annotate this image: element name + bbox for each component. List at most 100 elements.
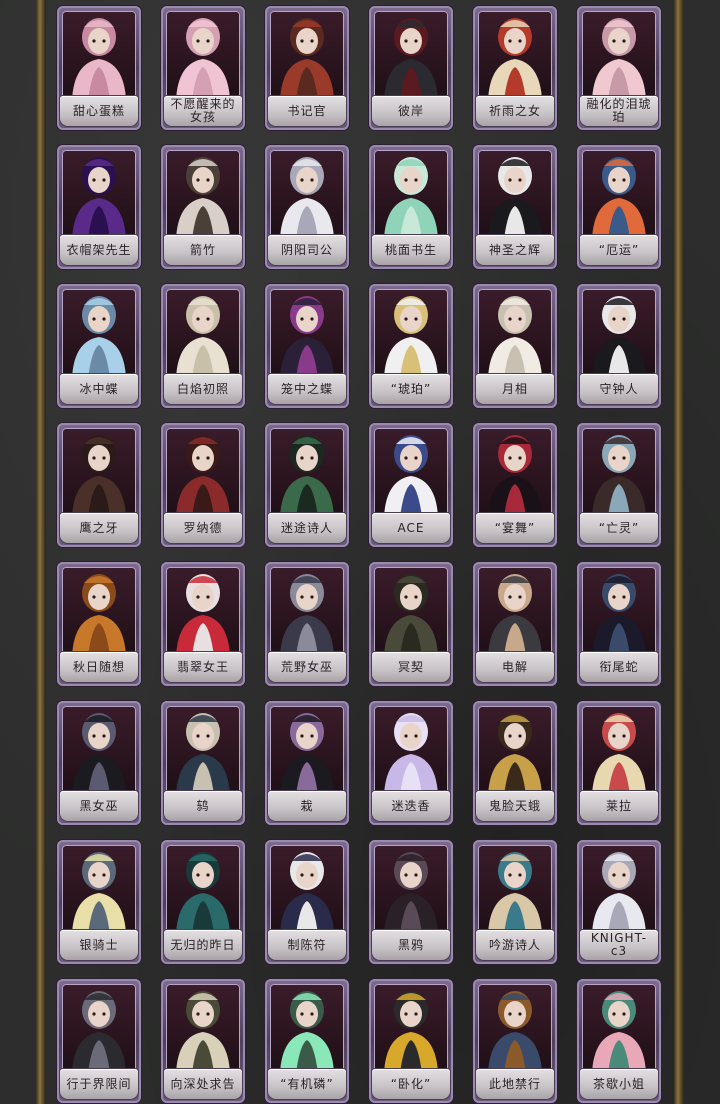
portrait-frame [478,428,552,517]
skin-name: 无归的昨日 [170,937,236,952]
portrait-frame [478,150,552,239]
character-portrait [72,852,126,934]
portrait-frame [166,984,240,1073]
skin-card[interactable]: 鬼脸天蛾 [473,701,557,825]
skin-name: 茶歇小姐 [592,1076,645,1091]
skin-card[interactable]: 书记官 [265,6,349,130]
skin-card[interactable]: 荒野女巫 [265,562,349,686]
skin-card[interactable]: 甜心蛋糕 [57,6,141,130]
skin-card[interactable]: 黑鸦 [369,840,453,964]
skin-card[interactable]: 守钟人 [577,284,661,408]
skin-card[interactable]: 鹰之牙 [57,423,141,547]
skin-card[interactable]: 阴阳司公 [265,145,349,269]
skin-card[interactable]: 无归的昨日 [161,840,245,964]
name-plate: 黑鸦 [372,930,450,960]
portrait-frame [374,567,448,656]
skin-card[interactable]: 冥契 [369,562,453,686]
portrait-frame [270,845,344,934]
skin-name: 不愿醒来的女孩 [170,97,236,124]
skin-card[interactable]: 笼中之蝶 [265,284,349,408]
portrait-frame [478,845,552,934]
skin-card[interactable]: 箭竹 [161,145,245,269]
skin-name: 吟游诗人 [488,937,541,952]
character-portrait [176,713,230,795]
skin-card[interactable]: 彼岸 [369,6,453,130]
skin-name: 冥契 [397,659,424,674]
skin-card[interactable]: 制陈符 [265,840,349,964]
skin-card[interactable]: 罗纳德 [161,423,245,547]
portrait-frame [478,984,552,1073]
skin-card[interactable]: “宴舞” [473,423,557,547]
character-portrait [72,157,126,239]
skin-card[interactable]: 白焰初照 [161,284,245,408]
name-plate: “亡灵” [580,513,658,543]
name-plate: 笼中之蝶 [268,374,346,404]
skin-card[interactable]: 月相 [473,284,557,408]
portrait-frame [270,428,344,517]
skin-card[interactable]: 行于界限间 [57,979,141,1103]
skin-card[interactable]: “亡灵” [577,423,661,547]
portrait-frame [62,845,136,934]
skin-card[interactable]: 衣帽架先生 [57,145,141,269]
skin-name: 鸫 [196,798,210,813]
skin-card[interactable]: 栽 [265,701,349,825]
skin-card[interactable]: 神圣之辉 [473,145,557,269]
character-portrait [176,157,230,239]
skin-card[interactable]: 迷迭香 [369,701,453,825]
character-portrait [280,435,334,517]
skin-card[interactable]: 衔尾蛇 [577,562,661,686]
portrait-frame [166,289,240,378]
character-portrait [72,574,126,656]
skin-card[interactable]: 不愿醒来的女孩 [161,6,245,130]
skin-card[interactable]: 迷途诗人 [265,423,349,547]
skin-card[interactable]: 桃面书生 [369,145,453,269]
name-plate: “宴舞” [476,513,554,543]
skin-card[interactable]: 冰中蝶 [57,284,141,408]
skin-card[interactable]: 吟游诗人 [473,840,557,964]
name-plate: 迷迭香 [372,791,450,821]
skin-card[interactable]: “卧化” [369,979,453,1103]
portrait-frame [374,289,448,378]
skin-card[interactable]: 茶歇小姐 [577,979,661,1103]
skin-card[interactable]: 鸫 [161,701,245,825]
name-plate: 栽 [268,791,346,821]
skin-card[interactable]: 向深处求告 [161,979,245,1103]
character-portrait [592,296,646,378]
portrait-frame [166,706,240,795]
character-portrait [176,296,230,378]
skin-card[interactable]: KNIGHT-c3 [577,840,661,964]
portrait-frame [62,428,136,517]
skin-card[interactable]: 莱拉 [577,701,661,825]
skin-name: 神圣之辉 [488,242,541,257]
skin-card[interactable]: ACE [369,423,453,547]
skin-card[interactable]: 此地禁行 [473,979,557,1103]
skin-name: 桃面书生 [384,242,437,257]
name-plate: 鬼脸天蛾 [476,791,554,821]
skin-card[interactable]: 电解 [473,562,557,686]
character-portrait [280,852,334,934]
portrait-frame [582,567,656,656]
skin-card[interactable]: 银骑士 [57,840,141,964]
portrait-frame [166,150,240,239]
character-portrait [488,991,542,1073]
skin-name: 行于界限间 [66,1076,132,1091]
skin-card[interactable]: “有机磷” [265,979,349,1103]
character-portrait [72,296,126,378]
skin-card[interactable]: 祈雨之女 [473,6,557,130]
portrait-frame [374,11,448,100]
name-plate: 鹰之牙 [60,513,138,543]
portrait-frame [478,289,552,378]
character-portrait [72,991,126,1073]
skin-card[interactable]: “厄运” [577,145,661,269]
portrait-frame [270,150,344,239]
character-portrait [592,852,646,934]
skin-card[interactable]: 黑女巫 [57,701,141,825]
skin-card[interactable]: 翡翠女王 [161,562,245,686]
skin-card[interactable]: 秋日随想 [57,562,141,686]
skin-card[interactable]: 融化的泪琥珀 [577,6,661,130]
portrait-frame [62,706,136,795]
portrait-frame [166,11,240,100]
name-plate: 白焰初照 [164,374,242,404]
skin-card[interactable]: “琥珀” [369,284,453,408]
character-portrait [280,296,334,378]
